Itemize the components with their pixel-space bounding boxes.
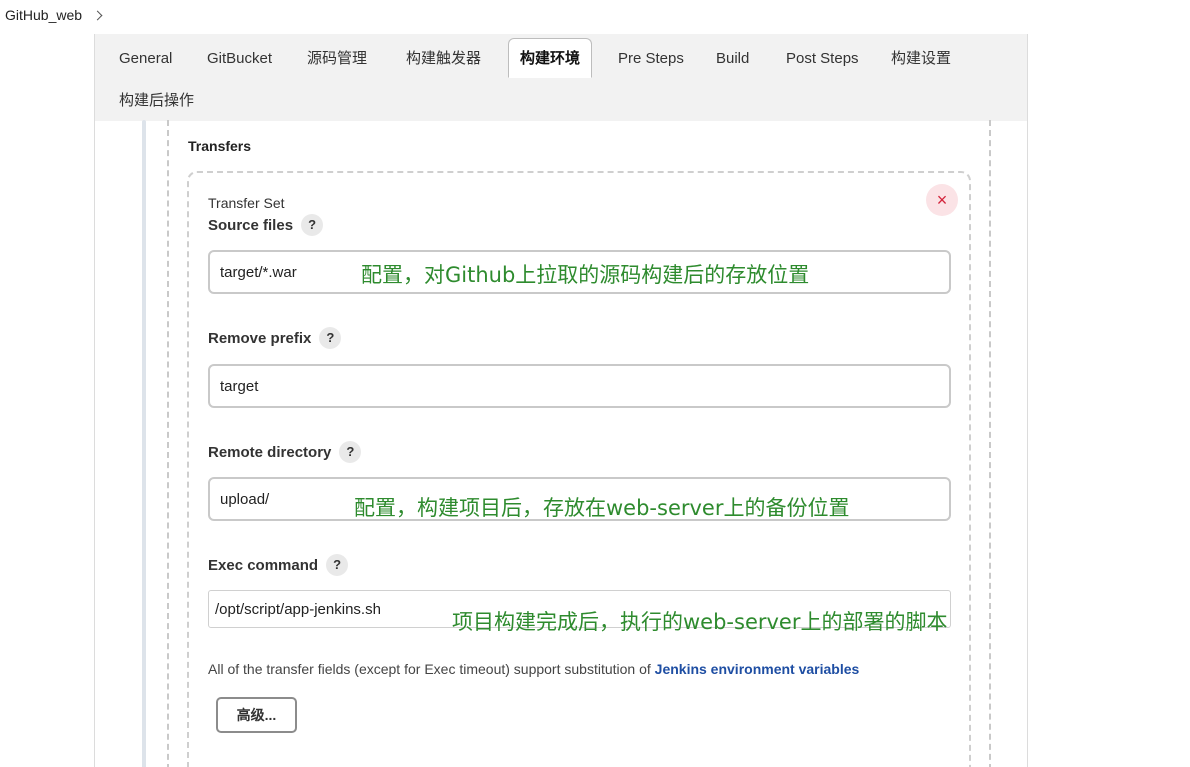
remote-directory-help-icon[interactable]: ? bbox=[339, 441, 362, 463]
remove-transfer-set-button[interactable]: × bbox=[926, 184, 958, 216]
breadcrumb: GitHub_web bbox=[0, 0, 103, 30]
tab-gitbucket[interactable]: GitBucket bbox=[207, 39, 272, 79]
substitution-hint: All of the transfer fields (except for E… bbox=[208, 661, 859, 677]
source-files-help-icon[interactable]: ? bbox=[301, 214, 324, 236]
remove-prefix-input[interactable]: target bbox=[208, 364, 951, 408]
exec-command-help-icon[interactable]: ? bbox=[326, 554, 349, 576]
transfers-heading: Transfers bbox=[188, 138, 252, 154]
section-border-left bbox=[167, 120, 169, 767]
tab-post-steps[interactable]: Post Steps bbox=[786, 39, 859, 79]
remote-directory-value: upload/ bbox=[220, 490, 270, 508]
exec-command-annotation: 项目构建完成后，执行的web-server上的部署的脚本 bbox=[452, 610, 948, 634]
remote-directory-annotation: 配置，构建项目后，存放在web-server上的备份位置 bbox=[354, 496, 850, 520]
tab-general[interactable]: General bbox=[119, 39, 172, 79]
source-files-label-text: Source files bbox=[208, 216, 294, 234]
exec-command-label: Exec command ? bbox=[208, 554, 349, 576]
remove-prefix-label: Remove prefix ? bbox=[208, 327, 342, 349]
section-rail bbox=[142, 120, 146, 767]
remove-prefix-value: target bbox=[220, 377, 259, 395]
source-files-annotation: 配置，对Github上拉取的源码构建后的存放位置 bbox=[361, 263, 810, 287]
tab-post-build-actions[interactable]: 构建后操作 bbox=[119, 81, 194, 121]
remote-directory-label: Remote directory ? bbox=[208, 441, 362, 463]
tab-bar: General GitBucket 源码管理 构建触发器 构建环境 Pre St… bbox=[95, 34, 1027, 121]
breadcrumb-project-link[interactable]: GitHub_web bbox=[5, 7, 82, 23]
source-files-label: Source files ? bbox=[208, 214, 324, 236]
source-files-value: target/*.war bbox=[220, 263, 297, 281]
jenkins-env-vars-link[interactable]: Jenkins environment variables bbox=[655, 661, 860, 677]
tab-build-environment[interactable]: 构建环境 bbox=[508, 38, 593, 78]
section-border-right bbox=[989, 120, 991, 767]
remove-prefix-label-text: Remove prefix bbox=[208, 329, 312, 347]
substitution-hint-text: All of the transfer fields (except for E… bbox=[208, 661, 655, 677]
exec-command-label-text: Exec command bbox=[208, 556, 319, 574]
transfer-set-label: Transfer Set bbox=[208, 195, 285, 211]
tab-build-triggers[interactable]: 构建触发器 bbox=[406, 39, 481, 79]
tab-build-settings[interactable]: 构建设置 bbox=[891, 39, 951, 79]
tab-source-management[interactable]: 源码管理 bbox=[307, 39, 367, 79]
chevron-right-icon bbox=[92, 10, 103, 20]
tab-pre-steps[interactable]: Pre Steps bbox=[618, 39, 684, 79]
tab-build[interactable]: Build bbox=[716, 39, 749, 79]
exec-command-value: /opt/script/app-jenkins.sh bbox=[215, 600, 381, 618]
advanced-button[interactable]: 高级... bbox=[216, 697, 297, 733]
remote-directory-label-text: Remote directory bbox=[208, 443, 332, 461]
remove-prefix-help-icon[interactable]: ? bbox=[319, 327, 342, 349]
